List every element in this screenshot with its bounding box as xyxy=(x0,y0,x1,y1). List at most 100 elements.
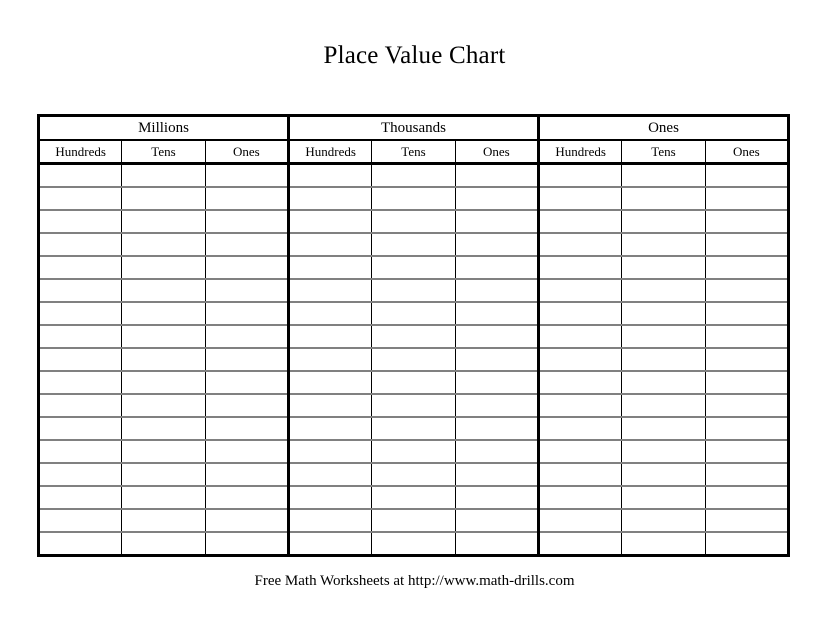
table-cell[interactable] xyxy=(455,302,541,326)
table-cell[interactable] xyxy=(621,486,706,510)
table-cell[interactable] xyxy=(371,371,456,395)
table-cell[interactable] xyxy=(621,302,706,326)
table-cell[interactable] xyxy=(538,417,623,441)
table-cell[interactable] xyxy=(205,486,290,510)
table-cell[interactable] xyxy=(121,279,206,303)
table-cell[interactable] xyxy=(538,187,623,211)
table-cell[interactable] xyxy=(38,417,123,441)
table-cell[interactable] xyxy=(38,394,123,418)
table-cell[interactable] xyxy=(705,463,789,487)
table-cell[interactable] xyxy=(288,532,373,556)
table-cell[interactable] xyxy=(538,210,623,234)
table-cell[interactable] xyxy=(705,210,789,234)
table-cell[interactable] xyxy=(121,348,206,372)
table-cell[interactable] xyxy=(455,210,541,234)
table-cell[interactable] xyxy=(705,279,789,303)
table-cell[interactable] xyxy=(38,348,123,372)
table-cell[interactable] xyxy=(205,417,290,441)
table-cell[interactable] xyxy=(621,371,706,395)
table-cell[interactable] xyxy=(371,187,456,211)
table-cell[interactable] xyxy=(205,348,290,372)
table-cell[interactable] xyxy=(455,486,541,510)
table-cell[interactable] xyxy=(205,509,290,533)
table-cell[interactable] xyxy=(371,325,456,349)
table-cell[interactable] xyxy=(538,163,623,188)
table-cell[interactable] xyxy=(121,302,206,326)
table-cell[interactable] xyxy=(371,394,456,418)
table-cell[interactable] xyxy=(288,486,373,510)
table-cell[interactable] xyxy=(538,394,623,418)
table-cell[interactable] xyxy=(121,417,206,441)
table-cell[interactable] xyxy=(621,394,706,418)
table-cell[interactable] xyxy=(621,256,706,280)
table-cell[interactable] xyxy=(621,417,706,441)
table-cell[interactable] xyxy=(705,532,788,556)
table-cell[interactable] xyxy=(371,486,456,510)
table-cell[interactable] xyxy=(205,233,290,257)
table-cell[interactable] xyxy=(705,325,789,349)
table-cell[interactable] xyxy=(288,302,373,326)
table-cell[interactable] xyxy=(205,532,290,556)
table-cell[interactable] xyxy=(205,325,290,349)
table-cell[interactable] xyxy=(538,532,623,556)
table-cell[interactable] xyxy=(205,394,290,418)
table-cell[interactable] xyxy=(621,532,706,556)
table-cell[interactable] xyxy=(205,371,290,395)
table-cell[interactable] xyxy=(705,256,789,280)
table-cell[interactable] xyxy=(38,210,123,234)
table-cell[interactable] xyxy=(371,302,456,326)
table-cell[interactable] xyxy=(621,163,706,188)
table-cell[interactable] xyxy=(621,233,706,257)
table-cell[interactable] xyxy=(38,509,123,533)
table-cell[interactable] xyxy=(455,279,541,303)
table-cell[interactable] xyxy=(288,440,373,464)
table-cell[interactable] xyxy=(288,463,373,487)
table-cell[interactable] xyxy=(705,371,789,395)
table-cell[interactable] xyxy=(455,440,541,464)
table-cell[interactable] xyxy=(621,463,706,487)
table-cell[interactable] xyxy=(288,163,373,188)
table-cell[interactable] xyxy=(455,233,541,257)
table-cell[interactable] xyxy=(621,325,706,349)
table-cell[interactable] xyxy=(38,256,123,280)
table-cell[interactable] xyxy=(121,371,206,395)
table-cell[interactable] xyxy=(705,163,789,188)
table-cell[interactable] xyxy=(121,210,206,234)
table-cell[interactable] xyxy=(705,440,789,464)
table-cell[interactable] xyxy=(121,256,206,280)
table-cell[interactable] xyxy=(371,463,456,487)
table-cell[interactable] xyxy=(38,463,123,487)
table-cell[interactable] xyxy=(371,256,456,280)
table-cell[interactable] xyxy=(38,233,123,257)
table-cell[interactable] xyxy=(455,371,541,395)
table-cell[interactable] xyxy=(288,509,373,533)
table-cell[interactable] xyxy=(38,187,123,211)
table-cell[interactable] xyxy=(455,532,541,556)
table-cell[interactable] xyxy=(538,371,623,395)
table-cell[interactable] xyxy=(121,509,206,533)
table-cell[interactable] xyxy=(288,394,373,418)
table-cell[interactable] xyxy=(705,417,789,441)
table-cell[interactable] xyxy=(705,302,789,326)
table-cell[interactable] xyxy=(538,509,623,533)
table-cell[interactable] xyxy=(371,417,456,441)
table-cell[interactable] xyxy=(38,371,123,395)
table-cell[interactable] xyxy=(371,163,456,188)
table-cell[interactable] xyxy=(205,256,290,280)
table-cell[interactable] xyxy=(455,325,541,349)
table-cell[interactable] xyxy=(538,256,623,280)
table-cell[interactable] xyxy=(705,394,789,418)
table-cell[interactable] xyxy=(621,440,706,464)
table-cell[interactable] xyxy=(288,325,373,349)
table-cell[interactable] xyxy=(621,279,706,303)
table-cell[interactable] xyxy=(288,210,373,234)
table-cell[interactable] xyxy=(38,440,123,464)
table-cell[interactable] xyxy=(38,302,123,326)
table-cell[interactable] xyxy=(371,348,456,372)
table-cell[interactable] xyxy=(371,509,456,533)
table-cell[interactable] xyxy=(121,163,206,188)
table-cell[interactable] xyxy=(38,532,123,556)
table-cell[interactable] xyxy=(205,187,290,211)
table-cell[interactable] xyxy=(621,187,706,211)
table-cell[interactable] xyxy=(538,325,623,349)
